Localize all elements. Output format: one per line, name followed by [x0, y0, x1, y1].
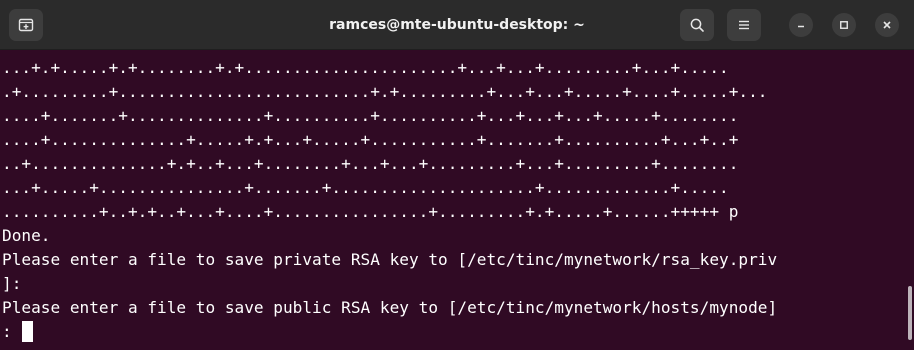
- minimize-button[interactable]: [789, 13, 813, 37]
- scrollbar[interactable]: [908, 286, 912, 340]
- terminal-line: ..+..............+.+..+...+........+...+…: [2, 154, 739, 173]
- hamburger-menu-icon: [739, 20, 749, 30]
- terminal-window: ramces@mte-ubuntu-desktop: ~ ...+.+.....…: [0, 0, 914, 350]
- terminal-line: ....+..............+.....+.+...+.....+..…: [2, 130, 739, 149]
- terminal-line: .+.........+..........................+.…: [2, 82, 768, 101]
- maximize-button[interactable]: [832, 13, 856, 37]
- terminal-line: ..........+..+.+..+...+....+............…: [2, 202, 739, 221]
- search-button[interactable]: [680, 9, 714, 41]
- text-cursor: [21, 321, 33, 342]
- terminal-line: Please enter a file to save private RSA …: [2, 250, 778, 269]
- menu-button[interactable]: [727, 9, 761, 41]
- title-bar[interactable]: ramces@mte-ubuntu-desktop: ~: [0, 0, 914, 50]
- terminal-line: ...+.....+...............+.......+......…: [2, 178, 729, 197]
- terminal-output[interactable]: ...+.+.....+.+........+.+...............…: [0, 50, 914, 350]
- terminal-line: ....+.......+..............+..........+.…: [2, 106, 739, 125]
- search-icon: [690, 18, 704, 32]
- minimize-icon: [798, 25, 804, 28]
- prompt-text: :: [2, 322, 12, 341]
- close-icon: [883, 21, 891, 29]
- maximize-icon: [840, 21, 848, 29]
- window-title: ramces@mte-ubuntu-desktop: ~: [329, 17, 585, 33]
- terminal-line: Please enter a file to save public RSA k…: [2, 298, 778, 317]
- terminal-prompt-line[interactable]: :: [2, 320, 914, 344]
- terminal-line: Done.: [2, 226, 51, 245]
- terminal-line: ...+.+.....+.+........+.+...............…: [2, 58, 729, 77]
- close-button[interactable]: [875, 13, 899, 37]
- terminal-line: ]:: [2, 274, 22, 293]
